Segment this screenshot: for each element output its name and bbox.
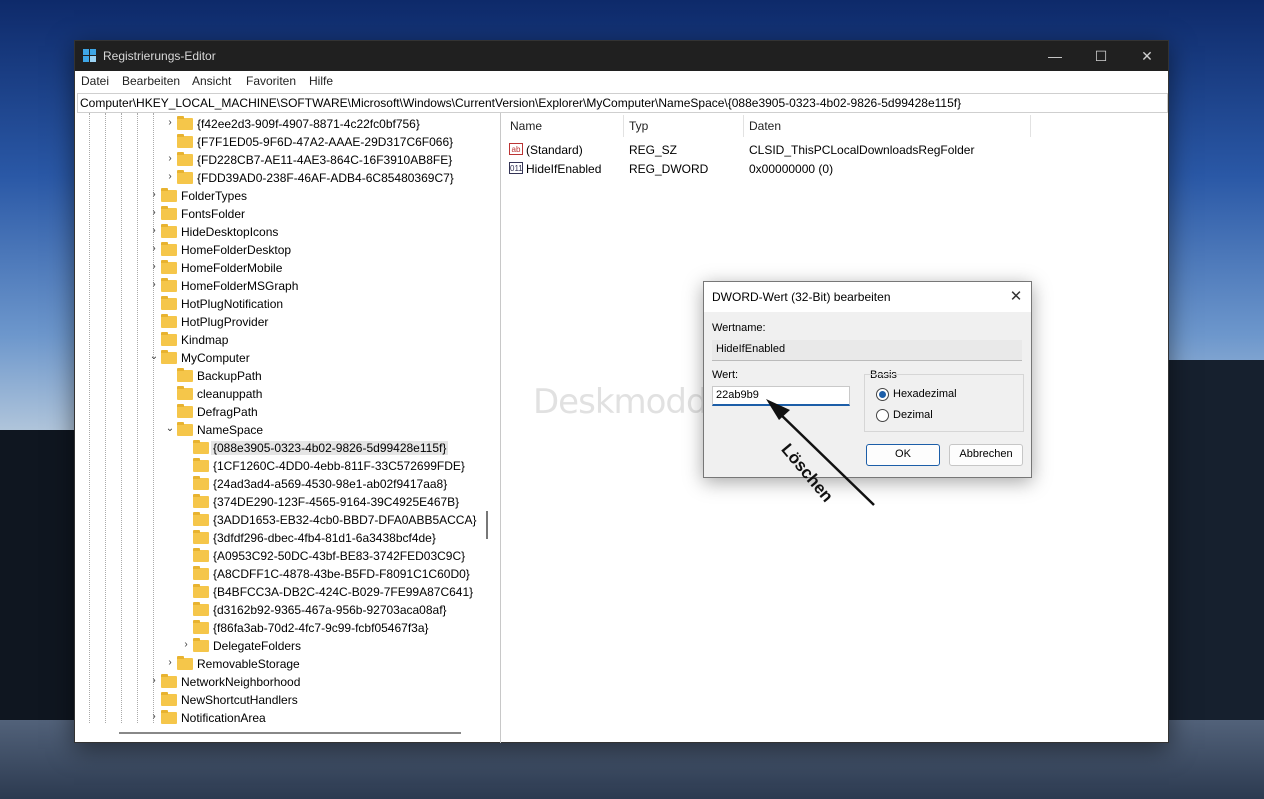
- annotation-arrow: [766, 399, 875, 506]
- arrow-head: [766, 399, 790, 420]
